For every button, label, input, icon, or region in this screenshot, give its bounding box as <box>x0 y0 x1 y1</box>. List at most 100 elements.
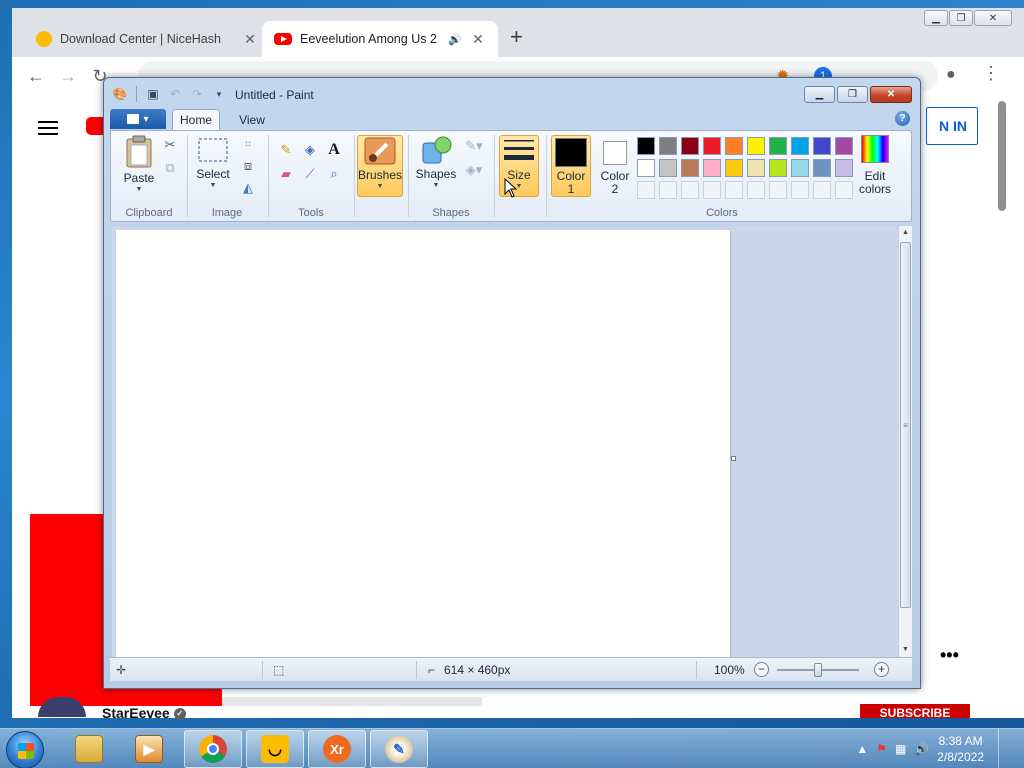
palette-swatch[interactable] <box>681 159 699 177</box>
brushes-button[interactable]: Brushes ▼ <box>357 135 403 197</box>
zoom-in-icon[interactable]: + <box>874 662 889 677</box>
custom-color-slot[interactable] <box>747 181 765 199</box>
clock[interactable]: 8:38 AM 2/8/2022 <box>937 733 984 765</box>
color-picker-icon[interactable]: ⟋ <box>301 165 319 183</box>
action-center-icon[interactable]: ⚑ <box>876 742 887 756</box>
palette-swatch[interactable] <box>725 137 743 155</box>
edit-colors-button[interactable]: Edit colors <box>853 135 897 196</box>
custom-color-slot[interactable] <box>681 181 699 199</box>
save-icon[interactable]: ▣ <box>145 86 161 102</box>
custom-color-slot[interactable] <box>791 181 809 199</box>
scroll-up-icon[interactable]: ▲ <box>899 226 912 240</box>
taskbar-explorer[interactable] <box>60 730 118 768</box>
cut-icon[interactable]: ✂ <box>161 136 179 154</box>
show-hidden-icons-icon[interactable]: ▲ <box>856 742 868 756</box>
tab-home[interactable]: Home <box>172 109 220 130</box>
paint-app-icon[interactable]: 🎨 <box>112 86 128 102</box>
rotate-icon[interactable]: ◭ <box>239 179 257 197</box>
chrome-tab-nicehash[interactable]: Download Center | NiceHash ✕ <box>24 21 270 57</box>
undo-icon[interactable]: ↶ <box>167 86 183 102</box>
palette-swatch[interactable] <box>637 137 655 155</box>
paste-button[interactable]: Paste ▼ <box>119 135 159 193</box>
taskbar-paint[interactable]: ✎ <box>370 730 428 768</box>
palette-swatch[interactable] <box>747 137 765 155</box>
palette-swatch[interactable] <box>703 159 721 177</box>
taskbar-chrome[interactable] <box>184 730 242 768</box>
palette-swatch[interactable] <box>725 159 743 177</box>
paint-menu-button[interactable]: ▾ <box>110 109 166 129</box>
drawing-canvas[interactable] <box>116 230 730 657</box>
paint-titlebar[interactable]: 🎨 ▣ ↶ ↷ ▾ Untitled - Paint ▁ ❐ ✕ <box>104 78 920 108</box>
show-desktop-button[interactable] <box>998 729 1012 768</box>
custom-color-slot[interactable] <box>769 181 787 199</box>
close-tab-icon[interactable]: ✕ <box>242 31 258 48</box>
forward-arrow-icon[interactable]: → <box>56 66 80 87</box>
channel-name[interactable]: StarEevee ✓ <box>102 705 186 721</box>
fill-bucket-icon[interactable]: ◈ <box>301 141 319 159</box>
palette-swatch[interactable] <box>637 159 655 177</box>
subscribe-button[interactable]: SUBSCRIBE <box>860 704 970 718</box>
start-button[interactable] <box>6 731 44 768</box>
palette-swatch[interactable] <box>769 137 787 155</box>
custom-color-slot[interactable] <box>813 181 831 199</box>
taskbar-xr[interactable]: Xr <box>308 730 366 768</box>
more-options-icon[interactable]: ••• <box>940 645 959 666</box>
canvas-resize-handle[interactable] <box>731 456 736 461</box>
palette-swatch[interactable] <box>747 159 765 177</box>
network-icon[interactable]: ▦ <box>895 742 906 756</box>
restore-button[interactable]: ❐ <box>837 86 868 103</box>
scrollbar-thumb[interactable]: ≡ <box>900 242 911 608</box>
taskbar-nicehash[interactable]: ◡ <box>246 730 304 768</box>
close-button[interactable]: ✕ <box>870 86 912 103</box>
palette-swatch[interactable] <box>659 137 677 155</box>
pencil-icon[interactable]: ✎ <box>277 141 295 159</box>
kebab-menu-icon[interactable]: ⋮ <box>982 63 1000 84</box>
palette-swatch[interactable] <box>659 159 677 177</box>
magnifier-icon[interactable]: ⌕ <box>325 165 343 183</box>
sign-in-button[interactable]: N IN <box>926 107 978 145</box>
fill-icon[interactable]: ◈▾ <box>461 161 487 179</box>
taskbar-media-player[interactable]: ▶ <box>120 730 178 768</box>
color2-button[interactable]: Color 2 <box>595 135 635 197</box>
palette-swatch[interactable] <box>791 159 809 177</box>
palette-swatch[interactable] <box>681 137 699 155</box>
outline-icon[interactable]: ✎▾ <box>461 137 487 155</box>
palette-swatch[interactable] <box>835 159 853 177</box>
close-button[interactable]: ✕ <box>974 10 1012 26</box>
palette-swatch[interactable] <box>791 137 809 155</box>
zoom-out-icon[interactable]: − <box>754 662 769 677</box>
scroll-down-icon[interactable]: ▼ <box>899 643 912 657</box>
minimize-button[interactable]: ▁ <box>804 86 835 103</box>
speaker-icon[interactable]: 🔊 <box>448 33 462 46</box>
customize-qat-icon[interactable]: ▾ <box>211 86 227 102</box>
redo-icon[interactable]: ↷ <box>189 86 205 102</box>
crop-icon[interactable]: ⌗ <box>239 135 257 153</box>
zoom-slider-thumb[interactable] <box>814 663 822 677</box>
palette-swatch[interactable] <box>835 137 853 155</box>
copy-icon[interactable]: ⧉ <box>161 159 179 177</box>
restore-button[interactable]: ❐ <box>949 10 973 26</box>
custom-color-slot[interactable] <box>637 181 655 199</box>
close-tab-icon[interactable]: ✕ <box>470 31 486 48</box>
palette-swatch[interactable] <box>703 137 721 155</box>
select-button[interactable]: Select ▼ <box>193 135 233 189</box>
custom-color-slot[interactable] <box>703 181 721 199</box>
palette-swatch[interactable] <box>769 159 787 177</box>
shapes-button[interactable]: Shapes ▼ <box>413 135 459 189</box>
new-tab-button[interactable]: + <box>510 24 523 50</box>
chrome-tab-youtube[interactable]: Eeveelution Among Us 2 - Yo 🔊 ✕ <box>262 21 498 57</box>
color1-button[interactable]: Color 1 <box>551 135 591 197</box>
volume-icon[interactable]: 🔊 <box>914 742 929 756</box>
tab-view[interactable]: View <box>228 109 276 130</box>
profile-icon[interactable]: ● <box>946 66 956 84</box>
page-scrollbar[interactable] <box>998 101 1006 211</box>
palette-swatch[interactable] <box>813 159 831 177</box>
vertical-scrollbar[interactable]: ▲ ≡ ▼ <box>898 226 912 657</box>
eraser-icon[interactable]: ▰ <box>277 165 295 183</box>
custom-color-slot[interactable] <box>659 181 677 199</box>
custom-color-slot[interactable] <box>725 181 743 199</box>
minimize-button[interactable]: ▁ <box>924 10 948 26</box>
text-icon[interactable]: A <box>325 141 343 159</box>
custom-color-slot[interactable] <box>835 181 853 199</box>
help-icon[interactable]: ? <box>895 111 910 126</box>
